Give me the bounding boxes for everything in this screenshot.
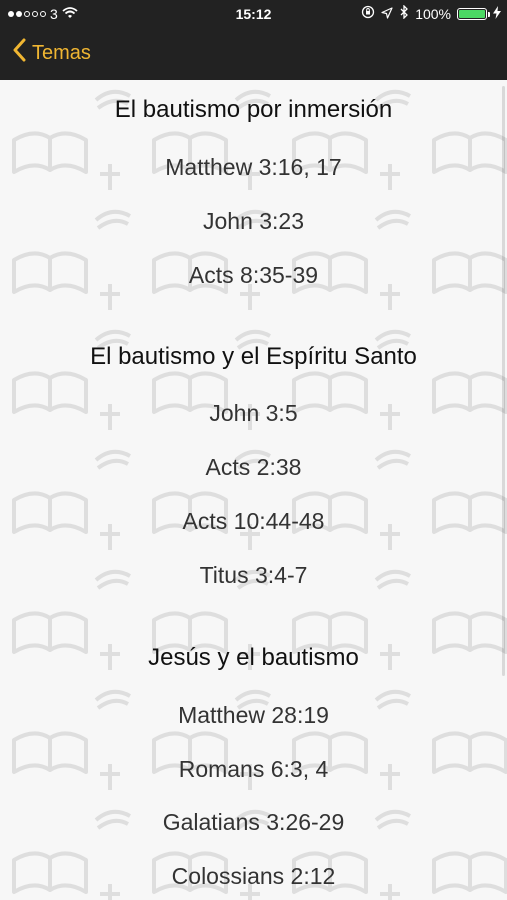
back-button-label: Temas	[32, 41, 91, 64]
verse-item[interactable]: Acts 2:38	[0, 454, 507, 481]
status-right: 100%	[361, 4, 501, 22]
scroll-indicator[interactable]	[502, 86, 505, 676]
verse-item[interactable]: Galatians 3:26-29	[0, 809, 507, 836]
battery-icon	[457, 7, 490, 20]
topic-content[interactable]: El bautismo por inmersión Matthew 3:16, …	[0, 80, 507, 900]
location-arrow-icon	[381, 6, 393, 22]
battery-fill	[459, 9, 485, 18]
chevron-left-icon	[12, 38, 26, 68]
verse-item[interactable]: John 3:23	[0, 208, 507, 235]
verse-item[interactable]: John 3:5	[0, 400, 507, 427]
verse-item[interactable]: Matthew 28:19	[0, 702, 507, 729]
verse-item[interactable]: Matthew 3:16, 17	[0, 154, 507, 181]
battery-percent: 100%	[415, 5, 451, 22]
status-bar: 3 15:12 100%	[0, 0, 507, 28]
rotation-lock-icon	[361, 5, 375, 22]
battery-tip	[488, 11, 490, 17]
verse-item[interactable]: Colossians 2:12	[0, 863, 507, 890]
navigation-bar: Temas	[0, 28, 507, 80]
section-title: El bautismo por inmersión	[114, 96, 393, 123]
verse-item[interactable]: Acts 10:44-48	[0, 508, 507, 535]
verse-item[interactable]: Romans 6:3, 4	[0, 756, 507, 783]
verse-item[interactable]: Acts 8:35-39	[0, 262, 507, 289]
back-button[interactable]: Temas	[12, 38, 91, 68]
section-title: Jesús y el bautismo	[148, 644, 359, 671]
charging-bolt-icon	[493, 5, 501, 22]
bluetooth-icon	[399, 4, 409, 22]
verse-item[interactable]: Titus 3:4-7	[0, 562, 507, 589]
section-title: El bautismo y el Espíritu Santo	[90, 343, 417, 370]
